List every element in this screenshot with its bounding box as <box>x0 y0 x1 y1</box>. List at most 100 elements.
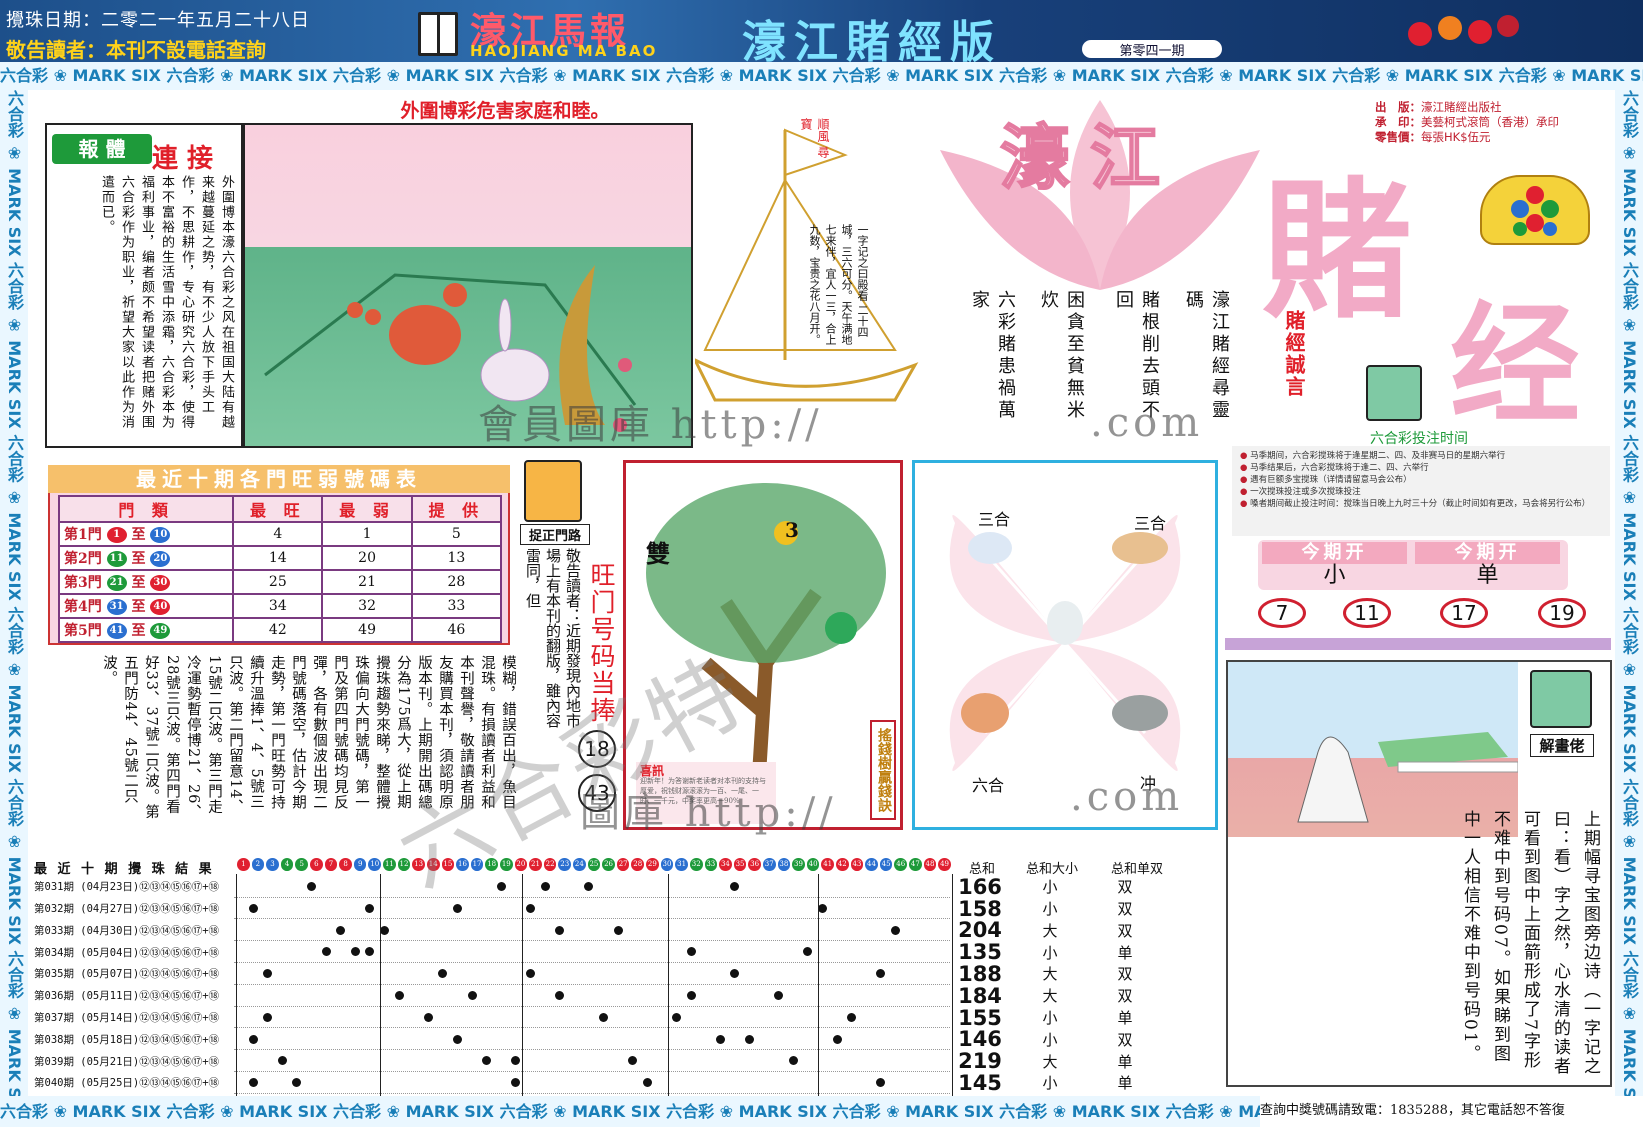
draw-dot <box>584 882 594 891</box>
article-tag: 報 體 <box>52 134 152 164</box>
table-row: 第034期 (05月04日)⑫⑬⑭⑮⑯⑰+⑱ 135 小 单 <box>34 940 1194 965</box>
divider-line <box>380 874 381 1096</box>
gate-cell: 第3門 21 至 30 <box>57 569 235 595</box>
zhuozheng-label: 捉正門路 <box>520 524 590 545</box>
table-row: 第1門 1 至 10 4 1 5 <box>57 521 503 547</box>
draw-dot <box>686 947 696 957</box>
number-ball-icon: 2 <box>251 858 265 871</box>
pointing-hand-icon <box>524 460 582 522</box>
table-row: 第4門 31 至 40 34 32 33 <box>57 593 503 619</box>
sum-cell: 135 <box>958 940 1002 965</box>
draw-dot <box>526 903 535 913</box>
draw-dot <box>511 1056 521 1066</box>
gate-label: 第4門 <box>64 599 102 615</box>
draw-label: 第037期 (05月14日)⑫⑬⑭⑮⑯⑰+⑱ <box>34 1012 220 1025</box>
size-header: 总和大小 <box>1025 862 1078 877</box>
draw-label: 第033期 (04月30日)⑫⑬⑭⑮⑯⑰+⑱ <box>34 924 220 937</box>
tree-double-label: 雙 <box>646 539 670 568</box>
parity-cell: 单 <box>1117 1052 1133 1071</box>
divider-line <box>668 874 669 1096</box>
ball-icon: 30 <box>150 575 171 591</box>
draw-label: 第039期 (05月21日)⑫⑬⑭⑮⑯⑰+⑱ <box>34 1055 220 1068</box>
paper-english-name: HAOJIANG MA BAO <box>470 42 658 60</box>
ball-icon: 40 <box>150 599 171 615</box>
draw-label: 第032期 (04月27日)⑫⑬⑭⑮⑯⑰+⑱ <box>34 903 220 916</box>
table-row: 第040期 (05月25日)⑫⑬⑭⑮⑯⑰+⑱ 145 小 单 <box>34 1071 1194 1095</box>
draw-dot <box>730 969 740 979</box>
number-ball-icon: 4 <box>280 858 294 871</box>
size-cell: 小 <box>1042 943 1058 962</box>
schedule-item: 马季期间，六合彩搅珠将于逢星期二、四、及非赛马日的星期六举行 <box>1240 450 1602 462</box>
draw-dot <box>832 1034 842 1044</box>
number-ball-icon: 42 <box>835 858 849 871</box>
draw-dot <box>715 1034 725 1044</box>
draw-dot <box>511 1078 521 1088</box>
ball-icon: 21 <box>106 575 127 591</box>
hot-cell: 25 <box>232 569 324 595</box>
sum-cell: 184 <box>958 983 1002 1008</box>
this-issue-size-value: 小 <box>1323 563 1346 588</box>
draw-dot <box>248 1078 258 1088</box>
parity-cell: 单 <box>1117 1009 1133 1028</box>
draw-dot <box>365 947 375 957</box>
col-header: 最 旺 <box>232 495 324 523</box>
parity-cell: 单 <box>1117 943 1133 962</box>
publisher-label: 出 版： <box>1375 100 1421 114</box>
number-ball-icon: 40 <box>806 858 820 871</box>
number-ball-icon: 1 <box>237 858 250 871</box>
tree-number: 3 <box>785 518 799 542</box>
ball-icon: 49 <box>150 623 171 639</box>
schedule-item: 遇有巨额多宝搅珠（详情请留意马会公布） <box>1240 474 1602 486</box>
schedule-list: 马季期间，六合彩搅珠将于逢星期二、四、及非赛马日的星期六举行 马季结果后，六合彩… <box>1232 446 1610 536</box>
sum-cell: 204 <box>958 918 1002 943</box>
draw-dots <box>234 1072 950 1094</box>
number-ball-icon: 36 <box>748 858 761 871</box>
schedule-item: 马季结果后，六合彩搅珠将于逢二、四、六举行 <box>1240 462 1602 474</box>
watermark-text: .com <box>1070 774 1184 820</box>
to-label: 至 <box>131 527 146 543</box>
zodiac-label: 六合 <box>972 776 1005 795</box>
draw-dot <box>788 1056 798 1066</box>
number-header-balls: 1 2 3 4 5 6 7 8 9 10 11 12 13 14 15 16 17 18 19 20 21 22 23 24 2… <box>236 858 952 874</box>
divider-line <box>522 874 523 1096</box>
gate-table-title: 最近十期各門旺弱號碼表 <box>48 465 510 493</box>
this-issue-size: 今期开 小 <box>1262 542 1407 588</box>
draw-dot <box>555 925 565 935</box>
ball-icon: 10 <box>150 527 171 543</box>
parity-cell: 双 <box>1117 965 1133 984</box>
number-ball-icon: 41 <box>821 858 834 871</box>
number-ball-icon: 45 <box>879 858 893 871</box>
number-ball-icon: 3 <box>266 858 279 871</box>
number-ball-icon: 29 <box>646 858 659 871</box>
draw-date: 攪珠日期：二零二一年五月二十八日 <box>6 10 310 31</box>
table-row: 第031期 (04月23日)⑫⑬⑭⑮⑯⑰+⑱ 166 小 双 <box>34 875 1194 899</box>
draw-dot <box>803 947 813 957</box>
draw-dot <box>686 991 696 1000</box>
number-ball-icon: 34 <box>719 858 732 871</box>
parity-header: 总和单双 <box>1110 862 1163 877</box>
hot-cell: 14 <box>232 545 324 571</box>
draw-dot <box>891 925 900 935</box>
divider-line <box>952 874 953 1096</box>
poem-line-1: 六彩賭患禍萬家 <box>969 290 1016 422</box>
draw-label: 第034期 (05月04日)⑫⑬⑭⑮⑯⑰+⑱ <box>34 946 220 959</box>
number-ball-icon: 37 <box>762 858 776 871</box>
number-ball-icon: 26 <box>602 858 615 871</box>
draw-label: 第040期 (05月25日)⑫⑬⑭⑮⑯⑰+⑱ <box>34 1077 220 1090</box>
boat-flag-text: 順風 尋寶 <box>799 118 830 158</box>
hot-cell: 42 <box>232 617 324 643</box>
draw-dot <box>555 991 565 1000</box>
cold-cell: 1 <box>321 521 413 547</box>
number-ball-icon: 22 <box>543 858 557 871</box>
number-ball-icon: 33 <box>704 858 718 871</box>
tree-caption: 搖錢樹贏錢訣 <box>870 720 896 820</box>
number-ball-icon: 11 <box>383 858 396 871</box>
gate-cell: 第1門 1 至 10 <box>57 521 235 547</box>
watermark-text: 會員圖庫 http:// <box>478 402 823 448</box>
this-issue-parity: 今期开 单 <box>1415 542 1560 588</box>
draw-dot <box>336 925 346 935</box>
sum-cell: 158 <box>958 896 1002 921</box>
draw-dots <box>234 941 950 963</box>
watermark-text: .com <box>1090 400 1204 446</box>
parity-cell: 双 <box>1117 878 1133 897</box>
